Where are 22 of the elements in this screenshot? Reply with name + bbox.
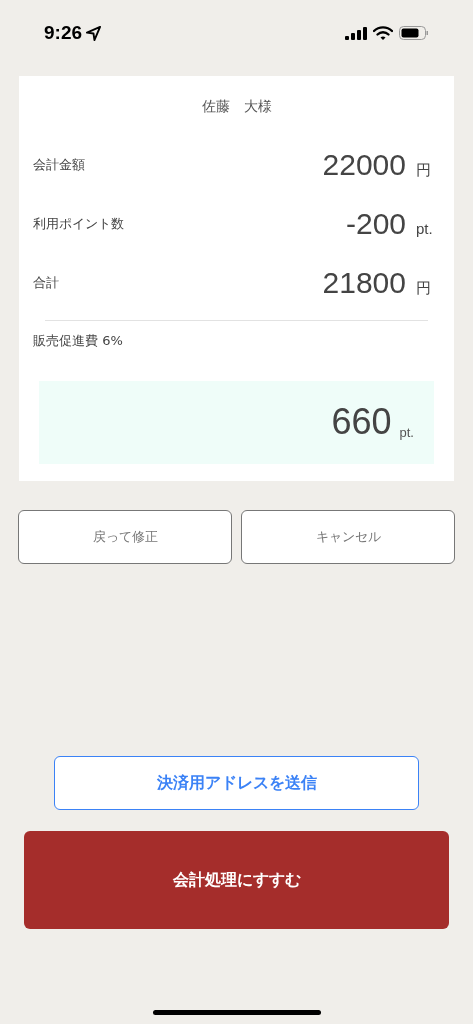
customer-name: 佐藤 大様 — [200, 97, 273, 116]
row-value: 21800 — [322, 265, 406, 301]
row-label: 利用ポイント数 — [33, 214, 124, 233]
row-label: 会計金額 — [33, 155, 85, 174]
send-address-button[interactable]: 決済用アドレスを送信 — [54, 756, 419, 810]
row-label: 合計 — [33, 273, 59, 292]
signal-icon — [345, 26, 367, 40]
location-arrow-icon — [86, 25, 102, 41]
row-unit: 円 — [416, 160, 432, 180]
row-value: -200 — [345, 206, 406, 242]
row-unit: 円 — [416, 278, 432, 298]
status-time: 9:26 — [44, 20, 83, 45]
promotion-unit: pt. — [399, 424, 414, 443]
wifi-icon — [373, 26, 393, 40]
row-unit: pt. — [416, 219, 434, 239]
row-value: 22000 — [322, 147, 406, 183]
proceed-button[interactable]: 会計処理にすすむ — [24, 831, 449, 929]
outline-button[interactable]: 戻って修正 — [18, 510, 232, 564]
promotion-value: 660 — [331, 400, 392, 444]
outline-button[interactable]: キャンセル — [241, 510, 455, 564]
battery-icon — [399, 26, 429, 40]
promotion-label: 販売促進費 6% — [33, 332, 124, 350]
